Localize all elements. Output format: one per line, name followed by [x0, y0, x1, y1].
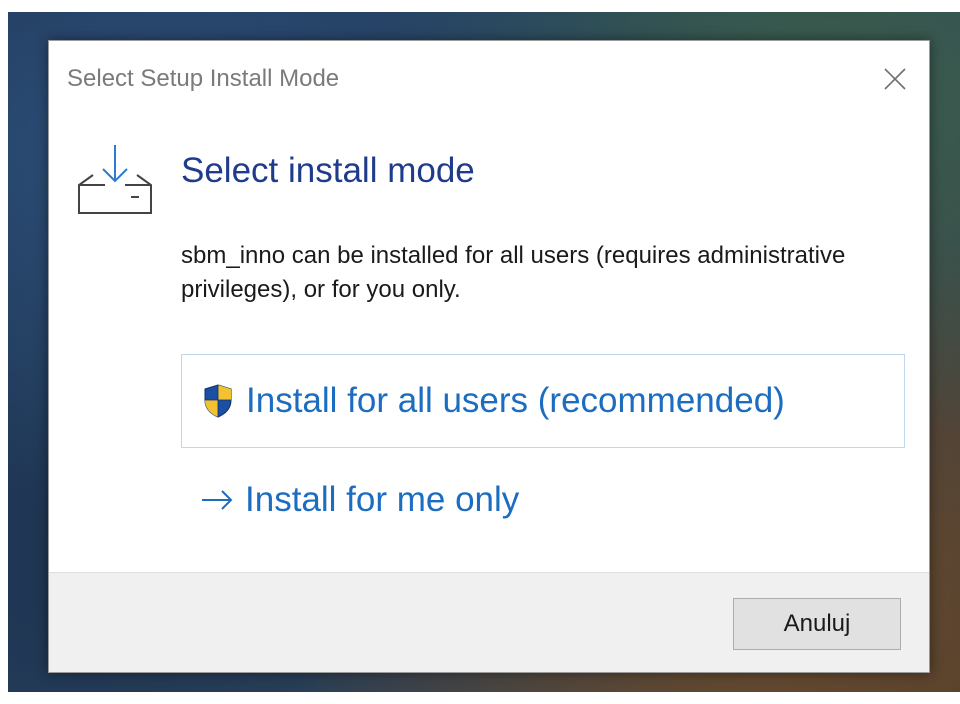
install-all-users-label: Install for all users (recommended)	[246, 381, 785, 420]
install-all-users-button[interactable]: Install for all users (recommended)	[181, 354, 905, 448]
download-tray-icon	[78, 145, 152, 214]
main-instruction: Select install mode	[181, 151, 475, 190]
install-me-only-button[interactable]: Install for me only	[181, 453, 905, 547]
uac-shield-icon	[194, 384, 242, 418]
cancel-button[interactable]: Anuluj	[733, 598, 901, 650]
screen-border-bottom	[0, 692, 960, 704]
install-me-only-label: Install for me only	[245, 480, 520, 519]
screen-border-top	[0, 0, 960, 12]
close-button[interactable]	[875, 59, 915, 99]
setup-install-mode-dialog: Select Setup Install Mode Select install…	[48, 40, 930, 673]
window-title: Select Setup Install Mode	[67, 65, 340, 92]
description-text: sbm_inno can be installed for all users …	[181, 242, 846, 303]
title-bar[interactable]: Select Setup Install Mode	[49, 41, 929, 121]
screen-border-left	[0, 0, 8, 704]
close-icon	[884, 68, 906, 90]
dialog-footer: Anuluj	[49, 572, 929, 672]
arrow-right-icon	[193, 488, 241, 512]
